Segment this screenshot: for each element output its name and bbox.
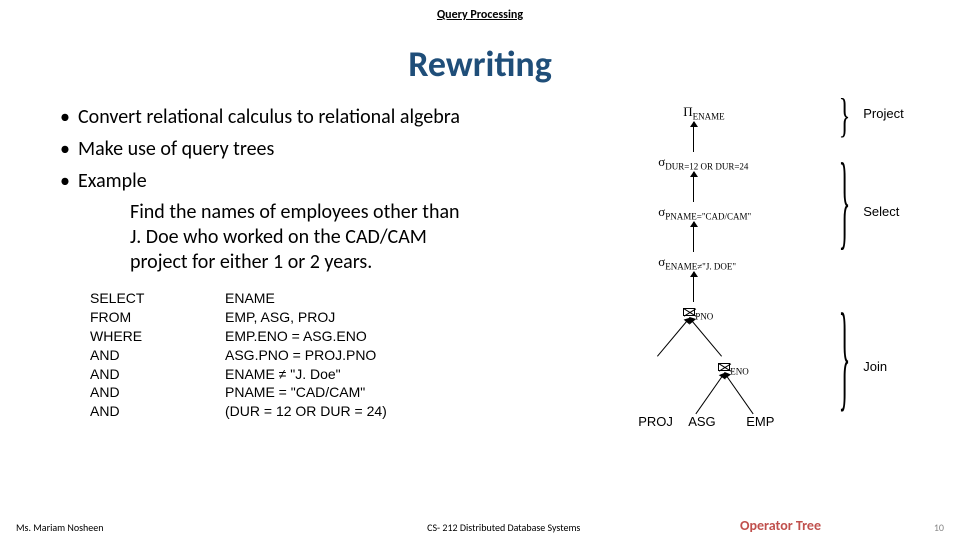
brace-icon: }	[839, 150, 851, 256]
operator-tree-diagram: ΠENAME σDUR=12 OR DUR=24 σPNAME="CAD/CAM…	[578, 104, 928, 484]
page-number: 10	[904, 521, 944, 534]
sql-keyword: SELECT	[90, 289, 225, 308]
sql-keyword: AND	[90, 383, 225, 402]
tree-edge	[689, 318, 722, 357]
sql-keyword: AND	[90, 365, 225, 384]
tree-edge	[693, 122, 694, 152]
tree-edge	[693, 172, 694, 202]
slide-footer: Ms. Mariam Nosheen CS- 212 Distributed D…	[0, 521, 960, 534]
example-description: Find the names of employees other than J…	[130, 200, 470, 275]
sigma-subscript: PNAME="CAD/CAM"	[665, 212, 751, 222]
sql-keyword: AND	[90, 402, 225, 421]
sql-value: ENAME ≠ "J. Doe"	[225, 365, 341, 384]
sigma-node: σENAME≠"J. DOE"	[658, 254, 736, 272]
sql-row: WHEREEMP.ENO = ASG.ENO	[90, 327, 578, 346]
tree-edge	[693, 222, 694, 252]
join-subscript: ENO	[730, 367, 749, 377]
slide-title: Rewriting	[0, 42, 960, 86]
relation-leaf: PROJ	[638, 414, 673, 429]
sigma-subscript: ENAME≠"J. DOE"	[665, 262, 736, 272]
sql-row: AND(DUR = 12 OR DUR = 24)	[90, 402, 578, 421]
sql-row: SELECTENAME	[90, 289, 578, 308]
sql-query: SELECTENAME FROMEMP, ASG, PROJ WHEREEMP.…	[90, 289, 578, 421]
sql-row: ANDPNAME = "CAD/CAM"	[90, 383, 578, 402]
brace-icon: }	[839, 92, 851, 140]
sql-row: ANDASG.PNO = PROJ.PNO	[90, 346, 578, 365]
group-label-select: Select	[863, 204, 899, 219]
bullet-item: Make use of query trees	[60, 136, 578, 162]
tree-edge	[693, 272, 694, 302]
sigma-node: σPNAME="CAD/CAM"	[658, 204, 751, 222]
relation-leaf: ASG	[688, 414, 715, 429]
tree-edge	[724, 373, 753, 415]
sql-value: PNAME = "CAD/CAM"	[225, 383, 365, 402]
sql-value: ASG.PNO = PROJ.PNO	[225, 346, 376, 365]
bullet-item: Convert relational calculus to relationa…	[60, 104, 578, 130]
tree-edge	[657, 318, 690, 357]
join-subscript: PNO	[695, 312, 713, 322]
bullet-item: Example	[60, 168, 578, 194]
sql-row: ANDENAME ≠ "J. Doe"	[90, 365, 578, 384]
sql-value: EMP, ASG, PROJ	[225, 308, 335, 327]
pi-node: ΠENAME	[683, 104, 724, 122]
tree-edge	[696, 373, 725, 415]
brace-icon: }	[839, 298, 851, 418]
sql-value: EMP.ENO = ASG.ENO	[225, 327, 367, 346]
relation-leaf: EMP	[746, 414, 774, 429]
sql-value: ENAME	[225, 289, 275, 308]
sql-keyword: AND	[90, 346, 225, 365]
left-column: Convert relational calculus to relationa…	[60, 104, 578, 484]
sql-value: (DUR = 12 OR DUR = 24)	[225, 402, 387, 421]
footer-author: Ms. Mariam Nosheen	[16, 521, 104, 534]
sql-keyword: FROM	[90, 308, 225, 327]
slide-body: Convert relational calculus to relationa…	[0, 104, 960, 484]
group-label-join: Join	[863, 359, 887, 374]
bullet-list: Convert relational calculus to relationa…	[60, 104, 578, 194]
sql-row: FROMEMP, ASG, PROJ	[90, 308, 578, 327]
footer-course: CS- 212 Distributed Database Systems	[104, 521, 904, 534]
group-label-project: Project	[863, 106, 903, 121]
sql-keyword: WHERE	[90, 327, 225, 346]
right-column: ΠENAME σDUR=12 OR DUR=24 σPNAME="CAD/CAM…	[578, 104, 940, 484]
sigma-subscript: DUR=12 OR DUR=24	[665, 162, 748, 172]
sigma-node: σDUR=12 OR DUR=24	[658, 154, 748, 172]
slide-header: Query Processing	[0, 0, 960, 22]
